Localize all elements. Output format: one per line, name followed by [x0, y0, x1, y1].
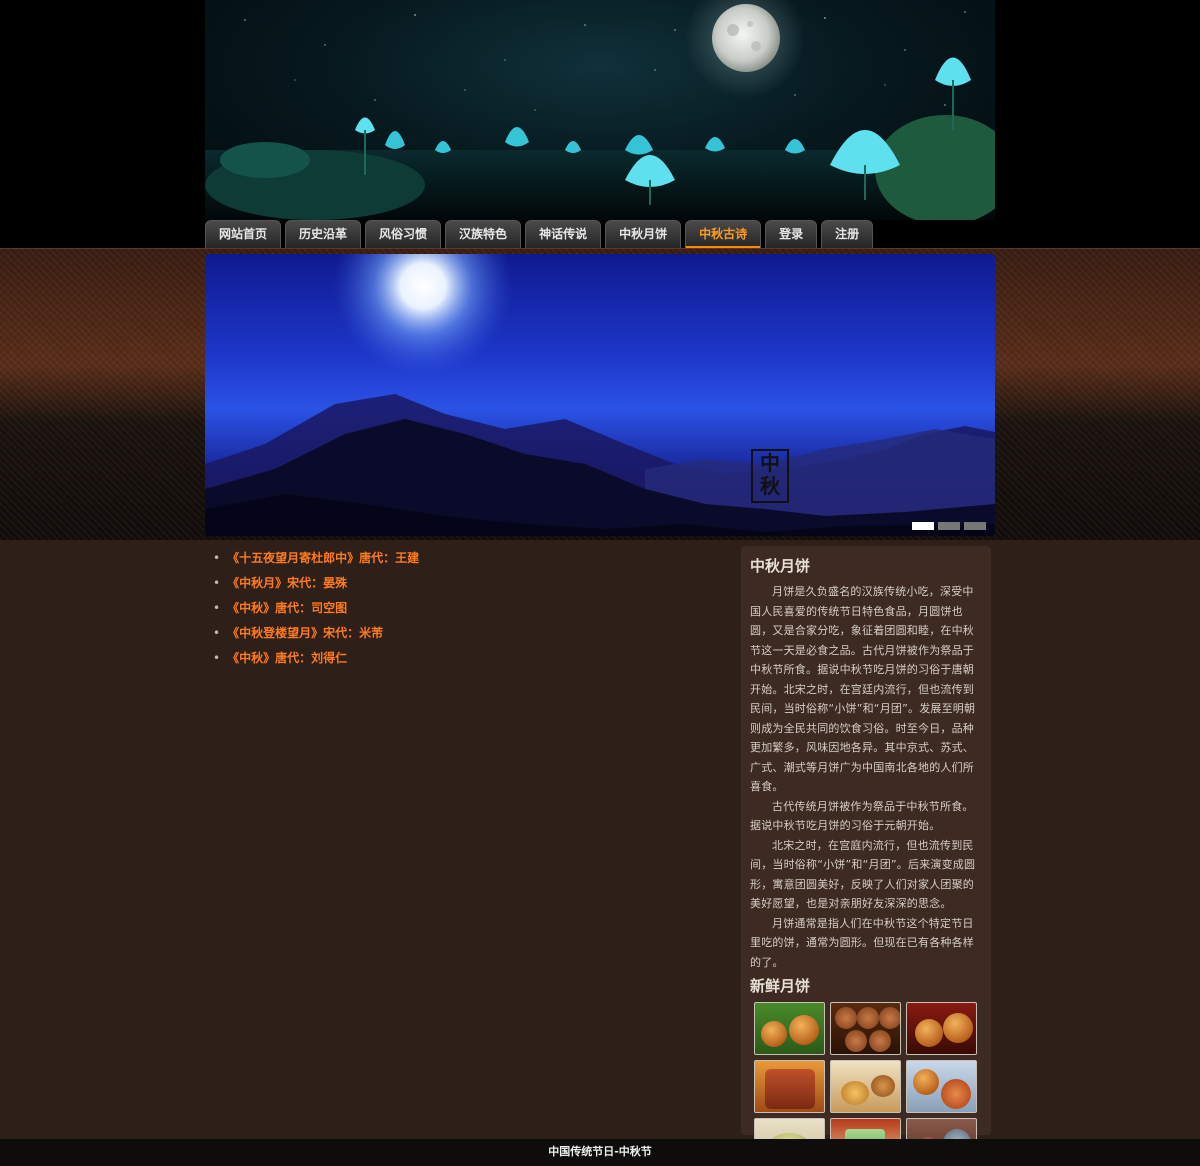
poem-link[interactable]: 《中秋登楼望月》宋代：米芾	[227, 626, 383, 640]
poem-link[interactable]: 《中秋月》宋代：晏殊	[227, 576, 347, 590]
mooncake-photo-icon[interactable]	[906, 1002, 977, 1055]
sidebar-paragraph: 月饼通常是指人们在中秋节这个特定节日里吃的饼，通常为圆形。但现在已有各种各样的了…	[750, 916, 974, 969]
footer: 中国传统节日-中秋节	[0, 1139, 1200, 1166]
slider-dot-1[interactable]	[912, 522, 934, 530]
nav-tab-mooncakes[interactable]: 中秋月饼	[605, 220, 682, 248]
list-item: • 《中秋登楼望月》宋代：米芾	[213, 623, 713, 648]
list-item: • 《中秋月》宋代：晏殊	[213, 573, 713, 598]
seal-text: 中秋	[760, 451, 780, 498]
slider-dot-3[interactable]	[964, 522, 986, 530]
poem-link[interactable]: 《中秋》唐代：刘得仁	[227, 651, 347, 665]
nav-tab-history[interactable]: 历史沿革	[285, 220, 362, 248]
poem-link[interactable]: 《中秋》唐代：司空图	[227, 601, 347, 615]
list-item: • 《十五夜望月寄杜郎中》唐代：王建	[213, 548, 713, 573]
slider-dots	[912, 522, 986, 530]
slide-image	[205, 254, 995, 536]
nav-tab-register[interactable]: 注册	[821, 220, 874, 248]
mooncake-photo-icon[interactable]	[906, 1060, 977, 1113]
banner-image	[205, 0, 995, 220]
main-nav: 网站首页 历史沿革 风俗习惯 汉族特色 神话传说 中秋月饼 中秋古诗 登录 注册	[205, 220, 874, 248]
bullet-icon: •	[213, 601, 221, 615]
footer-text: 中国传统节日-中秋节	[548, 1145, 652, 1158]
slider-dot-2[interactable]	[938, 522, 960, 530]
sidebar-paragraph: 月饼是久负盛名的汉族传统小吃，深受中国人民喜爱的传统节日特色食品，月圆饼也圆，又…	[750, 585, 976, 793]
nav-tab-poems[interactable]: 中秋古诗	[685, 220, 762, 248]
mooncake-photo-icon[interactable]	[830, 1060, 901, 1113]
poem-list: • 《十五夜望月寄杜郎中》唐代：王建 • 《中秋月》宋代：晏殊 • 《中秋》唐代：司空…	[213, 548, 713, 673]
sidebar-paragraph: 古代传统月饼被作为祭品于中秋节所食。据说中秋节吃月饼的习俗于元朝开始。	[750, 799, 974, 833]
mooncake-photo-icon[interactable]	[754, 1002, 825, 1055]
mooncake-photo-icon[interactable]	[830, 1002, 901, 1055]
mooncake-photo-icon[interactable]	[754, 1060, 825, 1113]
gallery-title: 新鲜月饼	[750, 977, 811, 995]
bullet-icon: •	[213, 551, 221, 565]
nav-tab-han-features[interactable]: 汉族特色	[445, 220, 522, 248]
bullet-icon: •	[213, 651, 221, 665]
nav-tab-customs[interactable]: 风俗习惯	[365, 220, 442, 248]
bullet-icon: •	[213, 576, 221, 590]
list-item: • 《中秋》唐代：刘得仁	[213, 648, 713, 673]
image-slider: 中秋	[205, 254, 995, 536]
sidebar-paragraph: 北宋之时，在宫庭内流行，但也流传到民间，当时俗称“小饼”和“月团”。后来演变成圆…	[750, 838, 976, 911]
nav-tab-legends[interactable]: 神话传说	[525, 220, 602, 248]
bullet-icon: •	[213, 626, 221, 640]
nav-tab-login[interactable]: 登录	[765, 220, 818, 248]
sidebar-title: 中秋月饼	[750, 557, 811, 575]
poem-link[interactable]: 《十五夜望月寄杜郎中》唐代：王建	[227, 551, 419, 565]
sidebar: 中秋月饼 月饼是久负盛名的汉族传统小吃，深受中国人民喜爱的传统节日特色食品，月圆…	[741, 546, 991, 1166]
list-item: • 《中秋》唐代：司空图	[213, 598, 713, 623]
nav-tab-home[interactable]: 网站首页	[205, 220, 282, 248]
header-banner	[205, 0, 995, 220]
